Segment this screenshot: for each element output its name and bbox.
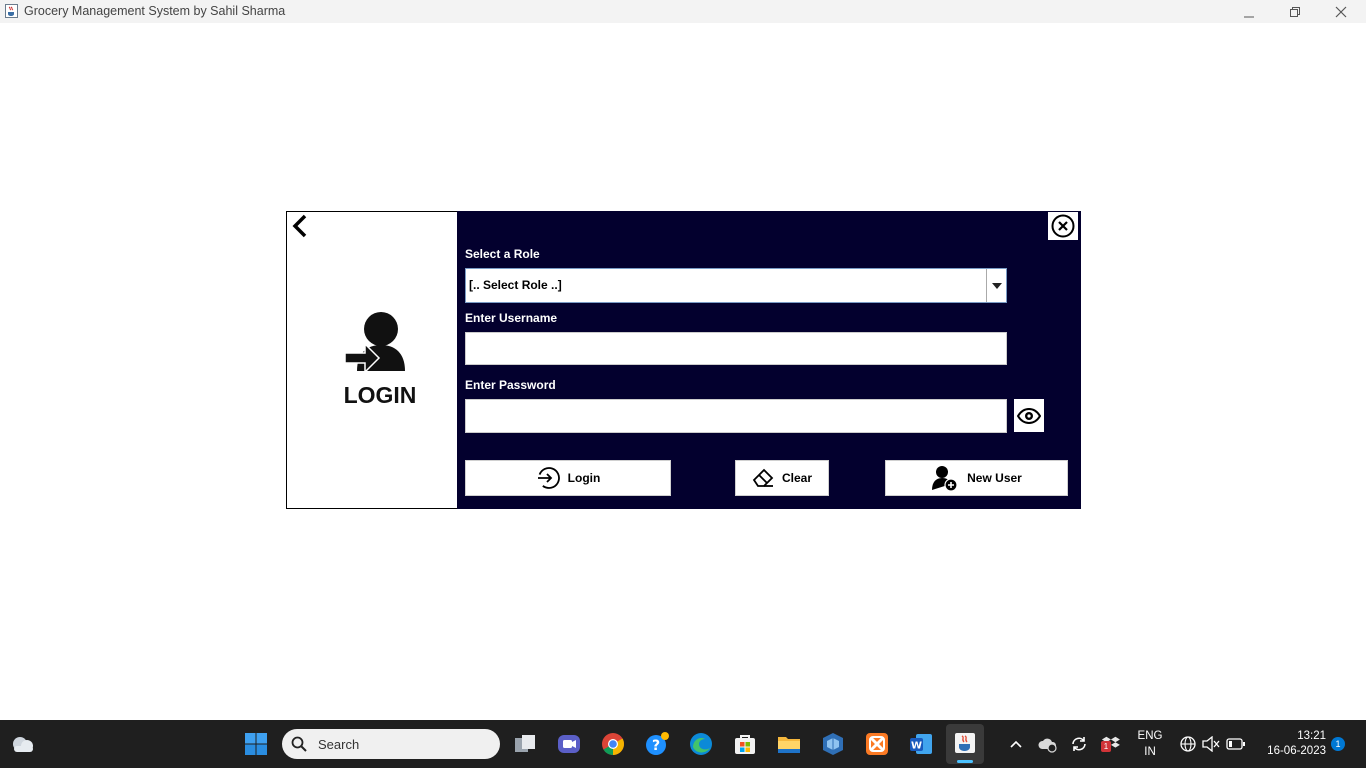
taskbar-search[interactable]: Search — [282, 729, 500, 759]
svg-text:?: ? — [652, 738, 660, 754]
minimize-icon — [1244, 16, 1254, 17]
start-button[interactable] — [244, 732, 268, 756]
close-icon — [1335, 6, 1347, 17]
taskbar — [0, 720, 1366, 768]
show-hidden-icons-button[interactable] — [1008, 736, 1024, 752]
volume-muted-icon[interactable] — [1202, 735, 1220, 753]
java-taskbar-button[interactable] — [946, 724, 984, 764]
sign-in-arrow-icon — [537, 467, 560, 489]
clock-time[interactable]: 13:21 — [1258, 730, 1326, 742]
role-select[interactable]: [.. Select Role ..] — [465, 268, 1007, 303]
dropbox-icon[interactable]: 1 — [1101, 735, 1121, 753]
username-label: Enter Username — [465, 311, 558, 325]
login-button[interactable]: Login — [465, 460, 671, 496]
password-label: Enter Password — [465, 378, 556, 392]
chrome-icon[interactable] — [601, 732, 625, 756]
new-user-button[interactable]: New User — [885, 460, 1068, 496]
cloud-icon — [13, 737, 33, 752]
login-heading: LOGIN — [343, 382, 417, 408]
edge-icon[interactable] — [689, 732, 713, 756]
windows-icon — [245, 733, 267, 755]
eraser-icon — [752, 468, 774, 487]
battery-icon[interactable] — [1226, 737, 1246, 751]
sync-icon[interactable] — [1070, 735, 1088, 753]
active-app-indicator — [957, 760, 973, 763]
clear-button-label: Clear — [781, 471, 813, 485]
role-select-value: [.. Select Role ..] — [469, 278, 562, 292]
close-circle-icon — [1051, 214, 1075, 238]
weather-widget[interactable] — [10, 732, 36, 756]
restore-button[interactable] — [1272, 0, 1318, 23]
clock-date[interactable]: 16-06-2023 — [1258, 745, 1326, 757]
close-window-button[interactable] — [1318, 0, 1364, 23]
svg-text:W: W — [911, 741, 922, 752]
back-button[interactable] — [290, 214, 310, 238]
clear-button[interactable]: Clear — [735, 460, 829, 496]
java-app-icon — [5, 4, 18, 18]
user-login-icon — [343, 311, 409, 374]
show-password-button[interactable] — [1014, 399, 1044, 432]
teams-chat-icon[interactable] — [557, 732, 581, 756]
notification-badge[interactable]: 1 — [1331, 737, 1345, 751]
search-icon — [291, 736, 307, 752]
tray-badge: 1 — [1101, 741, 1111, 752]
restore-icon — [1290, 6, 1300, 17]
language-indicator[interactable]: ENG — [1134, 730, 1166, 742]
xampp-icon[interactable] — [865, 732, 889, 756]
new-user-button-label: New User — [967, 471, 1022, 485]
region-indicator[interactable]: IN — [1134, 746, 1166, 758]
task-view-icon[interactable] — [513, 732, 537, 756]
username-field[interactable] — [465, 332, 1007, 365]
eye-icon — [1017, 407, 1041, 424]
login-button-label: Login — [567, 471, 601, 485]
role-dropdown-button[interactable] — [986, 269, 1006, 302]
minimize-button[interactable] — [1226, 0, 1272, 23]
file-explorer-icon[interactable] — [777, 732, 801, 756]
virtualbox-icon[interactable] — [821, 732, 845, 756]
word-icon[interactable]: W — [909, 732, 933, 756]
role-label: Select a Role — [465, 247, 540, 261]
caret-down-icon — [991, 282, 1002, 289]
close-dialog-button[interactable] — [1048, 212, 1078, 240]
chevron-up-icon — [1010, 740, 1022, 748]
add-user-icon — [932, 466, 958, 492]
get-help-icon[interactable]: ? — [645, 732, 669, 756]
network-icon[interactable] — [1180, 736, 1196, 752]
chevron-left-icon — [292, 214, 307, 238]
password-field[interactable] — [465, 399, 1007, 433]
java-icon — [955, 733, 975, 753]
onedrive-icon[interactable] — [1038, 735, 1058, 753]
search-placeholder: Search — [318, 737, 360, 752]
microsoft-store-icon[interactable] — [733, 732, 757, 756]
window-title: Grocery Management System by Sahil Sharm… — [24, 4, 286, 18]
